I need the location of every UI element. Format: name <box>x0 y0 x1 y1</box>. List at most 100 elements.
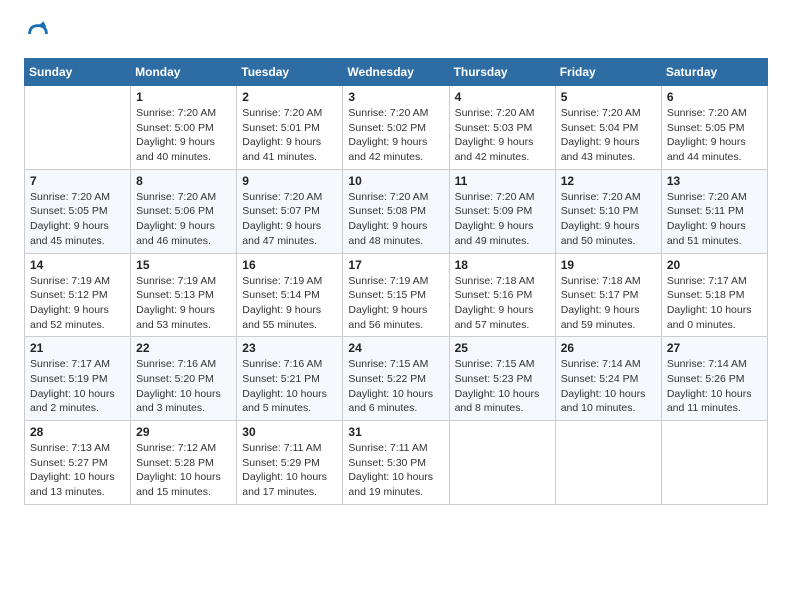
day-number: 26 <box>561 341 656 355</box>
day-number: 15 <box>136 258 231 272</box>
day-number: 29 <box>136 425 231 439</box>
calendar-cell: 8 Sunrise: 7:20 AM Sunset: 5:06 PM Daylig… <box>131 169 237 253</box>
day-info: Sunrise: 7:18 AM Sunset: 5:16 PM Dayligh… <box>455 274 550 333</box>
calendar-cell: 10 Sunrise: 7:20 AM Sunset: 5:08 PM Dayli… <box>343 169 449 253</box>
day-number: 9 <box>242 174 337 188</box>
calendar-header-row: SundayMondayTuesdayWednesdayThursdayFrid… <box>25 59 768 86</box>
calendar-cell: 16 Sunrise: 7:19 AM Sunset: 5:14 PM Dayli… <box>237 253 343 337</box>
calendar-cell: 2 Sunrise: 7:20 AM Sunset: 5:01 PM Daylig… <box>237 86 343 170</box>
day-number: 2 <box>242 90 337 104</box>
calendar-cell: 9 Sunrise: 7:20 AM Sunset: 5:07 PM Daylig… <box>237 169 343 253</box>
day-info: Sunrise: 7:20 AM Sunset: 5:06 PM Dayligh… <box>136 190 231 249</box>
day-number: 17 <box>348 258 443 272</box>
day-number: 19 <box>561 258 656 272</box>
calendar-week-row: 7Sunrise: 7:20 AM Sunset: 5:05 PM Daylig… <box>25 169 768 253</box>
calendar-cell: 25 Sunrise: 7:15 AM Sunset: 5:23 PM Dayli… <box>449 337 555 421</box>
day-number: 24 <box>348 341 443 355</box>
day-number: 13 <box>667 174 762 188</box>
weekday-header-saturday: Saturday <box>661 59 767 86</box>
day-info: Sunrise: 7:16 AM Sunset: 5:21 PM Dayligh… <box>242 357 337 416</box>
calendar-week-row: 28 Sunrise: 7:13 AM Sunset: 5:27 PM Dayli… <box>25 421 768 505</box>
calendar-cell: 21Sunrise: 7:17 AM Sunset: 5:19 PM Dayli… <box>25 337 131 421</box>
calendar-cell: 3Sunrise: 7:20 AM Sunset: 5:02 PM Daylig… <box>343 86 449 170</box>
calendar-cell: 23 Sunrise: 7:16 AM Sunset: 5:21 PM Dayli… <box>237 337 343 421</box>
day-number: 23 <box>242 341 337 355</box>
calendar-cell <box>661 421 767 505</box>
day-info: Sunrise: 7:20 AM Sunset: 5:05 PM Dayligh… <box>30 190 125 249</box>
calendar-cell <box>449 421 555 505</box>
calendar-cell: 24 Sunrise: 7:15 AM Sunset: 5:22 PM Dayli… <box>343 337 449 421</box>
calendar-cell <box>25 86 131 170</box>
calendar-cell: 1Sunrise: 7:20 AM Sunset: 5:00 PM Daylig… <box>131 86 237 170</box>
calendar-cell: 20 Sunrise: 7:17 AM Sunset: 5:18 PM Dayli… <box>661 253 767 337</box>
day-number: 4 <box>455 90 550 104</box>
day-number: 8 <box>136 174 231 188</box>
day-number: 6 <box>667 90 762 104</box>
day-info: Sunrise: 7:11 AM Sunset: 5:29 PM Dayligh… <box>242 441 337 500</box>
day-number: 27 <box>667 341 762 355</box>
day-info: Sunrise: 7:11 AM Sunset: 5:30 PM Dayligh… <box>348 441 443 500</box>
weekday-header-tuesday: Tuesday <box>237 59 343 86</box>
weekday-header-thursday: Thursday <box>449 59 555 86</box>
calendar-cell: 14 Sunrise: 7:19 AM Sunset: 5:12 PM Dayli… <box>25 253 131 337</box>
calendar-cell: 13 Sunrise: 7:20 AM Sunset: 5:11 PM Dayli… <box>661 169 767 253</box>
day-info: Sunrise: 7:20 AM Sunset: 5:02 PM Dayligh… <box>348 106 443 165</box>
day-info: Sunrise: 7:16 AM Sunset: 5:20 PM Dayligh… <box>136 357 231 416</box>
day-info: Sunrise: 7:19 AM Sunset: 5:14 PM Dayligh… <box>242 274 337 333</box>
page-header <box>24 20 768 48</box>
calendar-cell: 31 Sunrise: 7:11 AM Sunset: 5:30 PM Dayli… <box>343 421 449 505</box>
day-number: 10 <box>348 174 443 188</box>
day-number: 18 <box>455 258 550 272</box>
day-number: 30 <box>242 425 337 439</box>
weekday-header-monday: Monday <box>131 59 237 86</box>
calendar-cell: 29 Sunrise: 7:12 AM Sunset: 5:28 PM Dayli… <box>131 421 237 505</box>
calendar-cell: 19 Sunrise: 7:18 AM Sunset: 5:17 PM Dayli… <box>555 253 661 337</box>
day-info: Sunrise: 7:12 AM Sunset: 5:28 PM Dayligh… <box>136 441 231 500</box>
day-number: 28 <box>30 425 125 439</box>
day-info: Sunrise: 7:15 AM Sunset: 5:23 PM Dayligh… <box>455 357 550 416</box>
day-info: Sunrise: 7:13 AM Sunset: 5:27 PM Dayligh… <box>30 441 125 500</box>
day-number: 22 <box>136 341 231 355</box>
calendar-cell: 18 Sunrise: 7:18 AM Sunset: 5:16 PM Dayli… <box>449 253 555 337</box>
logo <box>24 20 58 48</box>
day-number: 14 <box>30 258 125 272</box>
calendar-cell: 4 Sunrise: 7:20 AM Sunset: 5:03 PM Daylig… <box>449 86 555 170</box>
day-info: Sunrise: 7:18 AM Sunset: 5:17 PM Dayligh… <box>561 274 656 333</box>
day-info: Sunrise: 7:15 AM Sunset: 5:22 PM Dayligh… <box>348 357 443 416</box>
day-info: Sunrise: 7:20 AM Sunset: 5:05 PM Dayligh… <box>667 106 762 165</box>
calendar-week-row: 14 Sunrise: 7:19 AM Sunset: 5:12 PM Dayli… <box>25 253 768 337</box>
day-number: 1 <box>136 90 231 104</box>
calendar-cell: 22 Sunrise: 7:16 AM Sunset: 5:20 PM Dayli… <box>131 337 237 421</box>
day-info: Sunrise: 7:20 AM Sunset: 5:08 PM Dayligh… <box>348 190 443 249</box>
calendar-cell: 28 Sunrise: 7:13 AM Sunset: 5:27 PM Dayli… <box>25 421 131 505</box>
calendar-cell: 15 Sunrise: 7:19 AM Sunset: 5:13 PM Dayli… <box>131 253 237 337</box>
day-info: Sunrise: 7:19 AM Sunset: 5:12 PM Dayligh… <box>30 274 125 333</box>
day-number: 20 <box>667 258 762 272</box>
day-info: Sunrise: 7:20 AM Sunset: 5:11 PM Dayligh… <box>667 190 762 249</box>
day-info: Sunrise: 7:14 AM Sunset: 5:24 PM Dayligh… <box>561 357 656 416</box>
calendar-week-row: 21Sunrise: 7:17 AM Sunset: 5:19 PM Dayli… <box>25 337 768 421</box>
day-info: Sunrise: 7:20 AM Sunset: 5:01 PM Dayligh… <box>242 106 337 165</box>
day-info: Sunrise: 7:20 AM Sunset: 5:03 PM Dayligh… <box>455 106 550 165</box>
day-info: Sunrise: 7:20 AM Sunset: 5:07 PM Dayligh… <box>242 190 337 249</box>
weekday-header-wednesday: Wednesday <box>343 59 449 86</box>
day-info: Sunrise: 7:14 AM Sunset: 5:26 PM Dayligh… <box>667 357 762 416</box>
calendar-cell: 26 Sunrise: 7:14 AM Sunset: 5:24 PM Dayli… <box>555 337 661 421</box>
calendar-table: SundayMondayTuesdayWednesdayThursdayFrid… <box>24 58 768 505</box>
day-info: Sunrise: 7:19 AM Sunset: 5:13 PM Dayligh… <box>136 274 231 333</box>
day-number: 31 <box>348 425 443 439</box>
calendar-cell: 17Sunrise: 7:19 AM Sunset: 5:15 PM Dayli… <box>343 253 449 337</box>
logo-icon <box>24 20 52 48</box>
day-info: Sunrise: 7:20 AM Sunset: 5:10 PM Dayligh… <box>561 190 656 249</box>
calendar-cell: 30 Sunrise: 7:11 AM Sunset: 5:29 PM Dayli… <box>237 421 343 505</box>
weekday-header-sunday: Sunday <box>25 59 131 86</box>
day-info: Sunrise: 7:20 AM Sunset: 5:04 PM Dayligh… <box>561 106 656 165</box>
day-info: Sunrise: 7:17 AM Sunset: 5:18 PM Dayligh… <box>667 274 762 333</box>
day-number: 25 <box>455 341 550 355</box>
day-number: 16 <box>242 258 337 272</box>
day-number: 11 <box>455 174 550 188</box>
day-info: Sunrise: 7:17 AM Sunset: 5:19 PM Dayligh… <box>30 357 125 416</box>
calendar-cell: 7Sunrise: 7:20 AM Sunset: 5:05 PM Daylig… <box>25 169 131 253</box>
calendar-week-row: 1Sunrise: 7:20 AM Sunset: 5:00 PM Daylig… <box>25 86 768 170</box>
calendar-cell: 6 Sunrise: 7:20 AM Sunset: 5:05 PM Daylig… <box>661 86 767 170</box>
